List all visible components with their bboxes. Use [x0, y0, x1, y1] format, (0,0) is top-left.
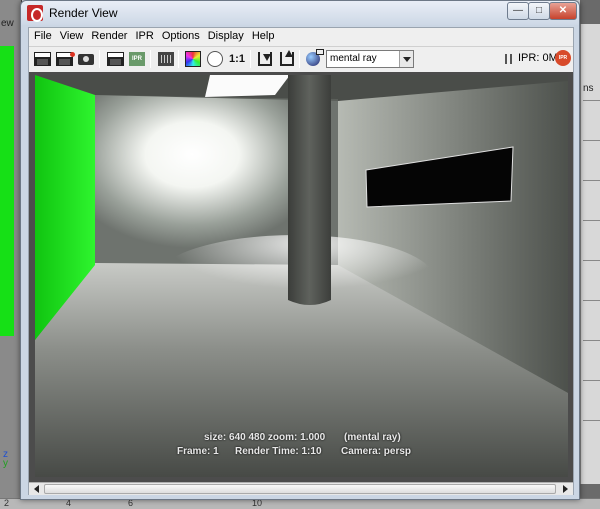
scroll-right-icon[interactable]	[559, 484, 571, 494]
background-green-viewport	[0, 46, 14, 336]
background-divider	[583, 140, 600, 141]
alpha-channel-icon	[207, 51, 223, 67]
maya-app-icon[interactable]	[27, 5, 43, 22]
scrollbar-thumb[interactable]	[44, 484, 556, 494]
menu-file[interactable]: File	[31, 28, 57, 45]
menu-bar: File View Render IPR Options Display Hel…	[29, 28, 573, 45]
renderer-value: mental ray	[330, 53, 377, 64]
ipr-icon: IPR	[129, 52, 145, 66]
toolbar-separator	[299, 50, 300, 68]
menu-help[interactable]: Help	[249, 28, 280, 45]
background-divider	[583, 380, 600, 381]
window-client-area: File View Render IPR Options Display Hel…	[28, 27, 574, 495]
maximize-button[interactable]: □	[528, 2, 550, 20]
camera-icon	[78, 53, 94, 65]
toolbar-separator	[150, 50, 151, 68]
menu-display[interactable]: Display	[205, 28, 249, 45]
menu-ipr[interactable]: IPR	[132, 28, 158, 45]
background-divider	[583, 220, 600, 221]
renderer-dropdown[interactable]: mental ray	[326, 50, 414, 68]
ruler-number: 2	[4, 498, 10, 508]
toolbar-separator	[178, 50, 179, 68]
render-view-window: Render View — □ ✕ File View Render IPR O…	[20, 0, 580, 500]
menu-view[interactable]: View	[57, 28, 89, 45]
snapshot-button[interactable]	[76, 49, 96, 69]
menu-options[interactable]: Options	[159, 28, 205, 45]
display-rgb-button[interactable]	[183, 49, 203, 69]
pause-icon[interactable]	[505, 54, 512, 64]
clapboard-icon	[34, 53, 50, 65]
toolbar-separator	[99, 50, 100, 68]
background-divider	[583, 180, 600, 181]
axis-y-label: y	[3, 458, 8, 469]
render-renderer-info: (mental ray)	[344, 432, 401, 443]
clapboard-region-icon	[56, 52, 75, 65]
render-diagnostics-button[interactable]	[303, 49, 324, 69]
render-toolbar: IPR 1:1 mental ray IPR: 0MB IPR	[29, 46, 573, 71]
ipr-clapboard-icon	[107, 53, 123, 65]
render-time-info: Render Time: 1:10	[235, 446, 322, 457]
ipr-render-button[interactable]	[105, 49, 125, 69]
menu-render[interactable]: Render	[88, 28, 132, 45]
render-region-button[interactable]	[54, 49, 75, 69]
redo-render-button[interactable]	[32, 49, 52, 69]
remove-image-button[interactable]	[277, 49, 297, 69]
ratio-label: 1:1	[229, 53, 245, 65]
chevron-down-icon[interactable]	[399, 51, 413, 67]
ipr-badge-icon[interactable]: IPR	[555, 50, 571, 66]
keep-image-button[interactable]	[255, 49, 275, 69]
scroll-left-icon[interactable]	[31, 484, 43, 494]
render-camera-info: Camera: persp	[341, 446, 412, 457]
background-right-label: ns	[583, 83, 594, 94]
keep-image-icon	[258, 52, 272, 66]
rgb-channels-icon	[185, 51, 201, 67]
minimize-button[interactable]: —	[507, 2, 529, 20]
render-viewport[interactable]: size: 640 480 zoom: 1.000 (mental ray) F…	[29, 72, 573, 482]
background-left-label: ew	[1, 18, 14, 29]
close-button[interactable]: ✕	[549, 2, 577, 20]
background-divider	[583, 260, 600, 261]
render-settings-icon	[158, 52, 174, 66]
render-settings-button[interactable]	[156, 49, 176, 69]
real-size-button[interactable]: 1:1	[227, 49, 247, 69]
render-frame-info: Frame: 1	[177, 446, 219, 457]
title-bar[interactable]: Render View — □ ✕	[21, 1, 579, 25]
horizontal-scrollbar[interactable]	[29, 482, 573, 495]
background-divider	[583, 420, 600, 421]
window-title: Render View	[49, 6, 118, 20]
render-size-info: size: 640 480 zoom: 1.000	[204, 432, 326, 443]
display-alpha-button[interactable]	[205, 49, 225, 69]
refresh-ipr-button[interactable]: IPR	[127, 49, 147, 69]
background-divider	[583, 340, 600, 341]
background-divider	[583, 300, 600, 301]
remove-image-icon	[280, 50, 294, 66]
rendered-image	[35, 75, 568, 477]
axis-indicator: z y	[3, 450, 8, 469]
background-divider	[583, 100, 600, 101]
toolbar-separator	[250, 50, 251, 68]
render-diagnostics-icon	[306, 49, 324, 66]
